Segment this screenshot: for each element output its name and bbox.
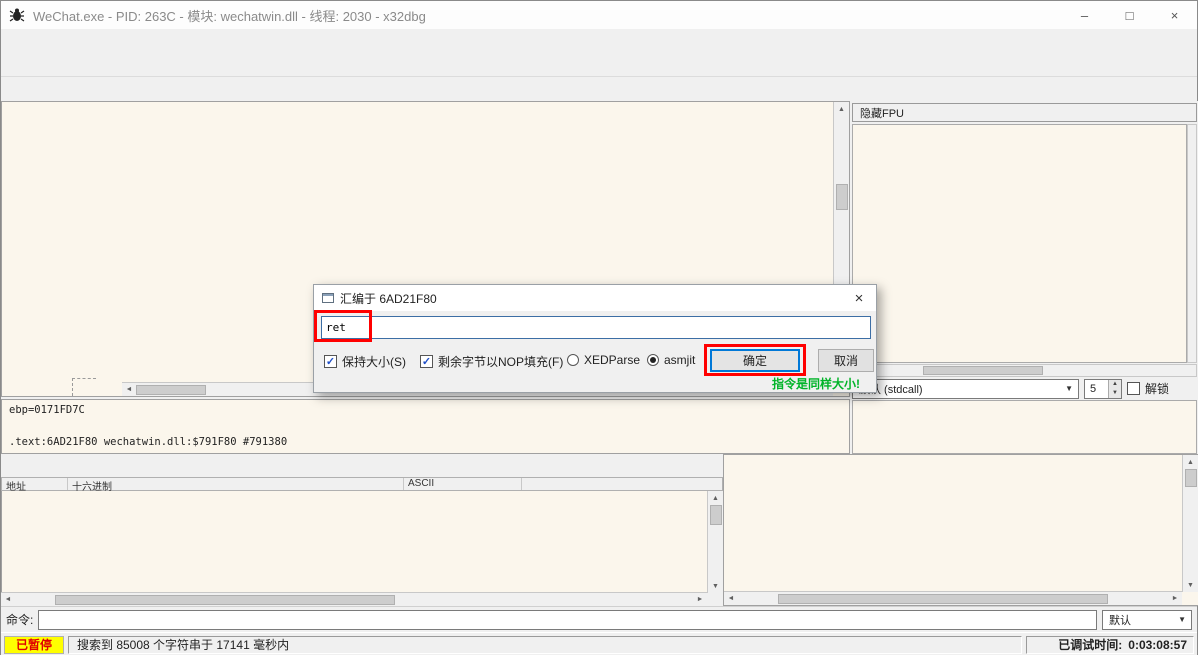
command-profile-select[interactable]: 默认 ▼: [1102, 610, 1192, 630]
bottom-area: 地址 十六进制 ASCII ▲▼ ◄► ▲▼ ◄►: [1, 454, 1198, 606]
dump-tab-bar: [1, 454, 723, 477]
command-bar: 命令: 默认 ▼: [1, 606, 1197, 632]
view-tab-bar: [1, 77, 1197, 101]
stack-horizontal-scrollbar[interactable]: ◄►: [724, 591, 1182, 605]
jump-bracket-line: [72, 378, 96, 379]
debug-time: 已调试时间: 0:03:08:57: [1026, 636, 1194, 654]
ok-button[interactable]: 确定: [710, 349, 800, 372]
memory-dump-panel: 地址 十六进制 ASCII ▲▼ ◄►: [1, 454, 723, 606]
dump-horizontal-scrollbar[interactable]: ◄►: [1, 592, 707, 606]
dialog-title: 汇编于 6AD21F80: [340, 290, 437, 307]
window-title: WeChat.exe - PID: 263C - 模块: wechatwin.d…: [33, 6, 426, 25]
main-area: ▲ ◄ ebp=0171FD7C .text:6AD21F80 wechatwi…: [1, 101, 1198, 454]
assemble-instruction-input[interactable]: [321, 316, 871, 339]
info-box: ebp=0171FD7C .text:6AD21F80 wechatwin.dl…: [1, 399, 850, 454]
registers-panel[interactable]: [852, 124, 1187, 363]
spin-down-icon[interactable]: ▼: [1109, 389, 1121, 398]
assemble-dialog: 汇编于 6AD21F80 × ✓ 保持大小(S) ✓ 剩余字节以NOP填充(F)…: [313, 284, 877, 393]
minimize-button[interactable]: –: [1062, 1, 1107, 29]
menu-bar: [1, 29, 1197, 51]
jump-bracket-line: [72, 378, 73, 396]
arguments-panel[interactable]: [852, 400, 1197, 454]
dialog-title-bar: 汇编于 6AD21F80 ×: [314, 285, 876, 311]
registers-horizontal-scrollbar[interactable]: [852, 364, 1197, 377]
checkbox-check-icon: ✓: [420, 355, 433, 368]
dialog-close-icon[interactable]: ×: [842, 285, 876, 311]
cancel-button[interactable]: 取消: [818, 349, 874, 372]
command-input[interactable]: [38, 610, 1097, 630]
calling-convention-select[interactable]: 默认 (stdcall) ▼: [852, 379, 1079, 399]
radio-icon: [567, 354, 579, 366]
dump-rows[interactable]: [1, 491, 707, 593]
chevron-down-icon: ▼: [1060, 384, 1078, 393]
maximize-button[interactable]: □: [1107, 1, 1152, 29]
app-bug-icon: [9, 7, 25, 23]
status-bar: 已暂停 搜索到 85008 个字符串于 17141 毫秒内 已调试时间: 0:0…: [1, 632, 1197, 655]
status-message: 搜索到 85008 个字符串于 17141 毫秒内: [68, 636, 1022, 654]
same-size-hint: 指令是同样大小!: [772, 375, 860, 392]
checkbox-check-icon: ✓: [324, 355, 337, 368]
radio-selected-icon: [647, 354, 659, 366]
debug-state-badge: 已暂停: [4, 636, 64, 654]
toolbar: [1, 51, 1197, 77]
xedparse-radio[interactable]: XEDParse: [567, 353, 640, 367]
info-line-address: .text:6AD21F80 wechatwin.dll:$791F80 #79…: [9, 436, 287, 448]
spin-up-icon[interactable]: ▲: [1109, 380, 1121, 389]
hide-fpu-button[interactable]: 隐藏FPU: [852, 103, 1197, 122]
dialog-window-icon: [322, 293, 334, 303]
stack-vertical-scrollbar[interactable]: ▲▼: [1182, 455, 1198, 592]
chevron-down-icon: ▼: [1173, 615, 1191, 624]
calling-convention-bar: 默认 (stdcall) ▼ 5 ▲▼ 解锁: [852, 378, 1197, 399]
unlock-label: 解锁: [1145, 380, 1169, 397]
registers-vertical-scrollbar[interactable]: [1187, 124, 1197, 363]
dump-column-headers: 地址 十六进制 ASCII: [1, 477, 723, 491]
unlock-checkbox[interactable]: [1127, 382, 1140, 395]
argument-count-stepper[interactable]: 5 ▲▼: [1084, 379, 1122, 399]
close-button[interactable]: ×: [1152, 1, 1197, 29]
fill-with-nop-checkbox[interactable]: ✓ 剩余字节以NOP填充(F): [420, 353, 563, 370]
dump-vertical-scrollbar[interactable]: ▲▼: [707, 491, 723, 593]
asmjit-radio[interactable]: asmjit: [647, 353, 695, 367]
command-label: 命令:: [6, 611, 33, 628]
keep-size-checkbox[interactable]: ✓ 保持大小(S): [324, 353, 406, 370]
registers-column: 隐藏FPU 默认 (stdcall) ▼ 5 ▲▼ 解锁: [850, 101, 1198, 454]
stack-panel[interactable]: ▲▼ ◄►: [723, 454, 1198, 606]
title-bar: WeChat.exe - PID: 263C - 模块: wechatwin.d…: [1, 1, 1197, 29]
info-line-ebp: ebp=0171FD7C: [9, 404, 842, 416]
